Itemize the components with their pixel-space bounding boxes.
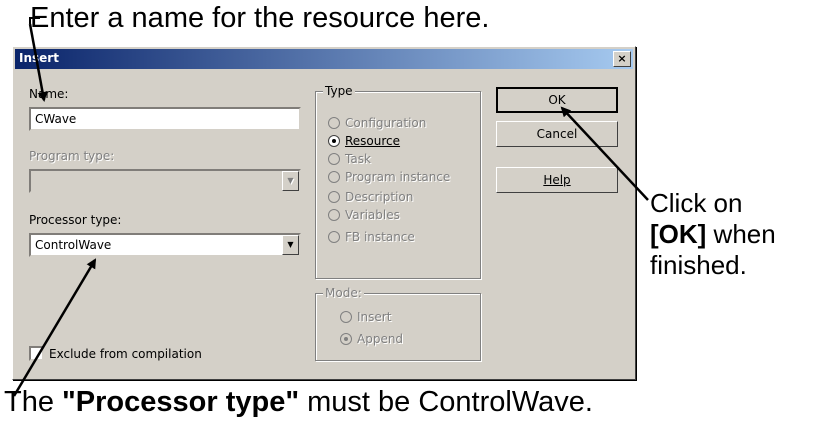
annotation-arrows [12,17,649,397]
arrow-to-ok-button [560,106,649,201]
arrow-to-name-field [28,17,48,102]
arrow-to-processor-type [12,258,97,397]
